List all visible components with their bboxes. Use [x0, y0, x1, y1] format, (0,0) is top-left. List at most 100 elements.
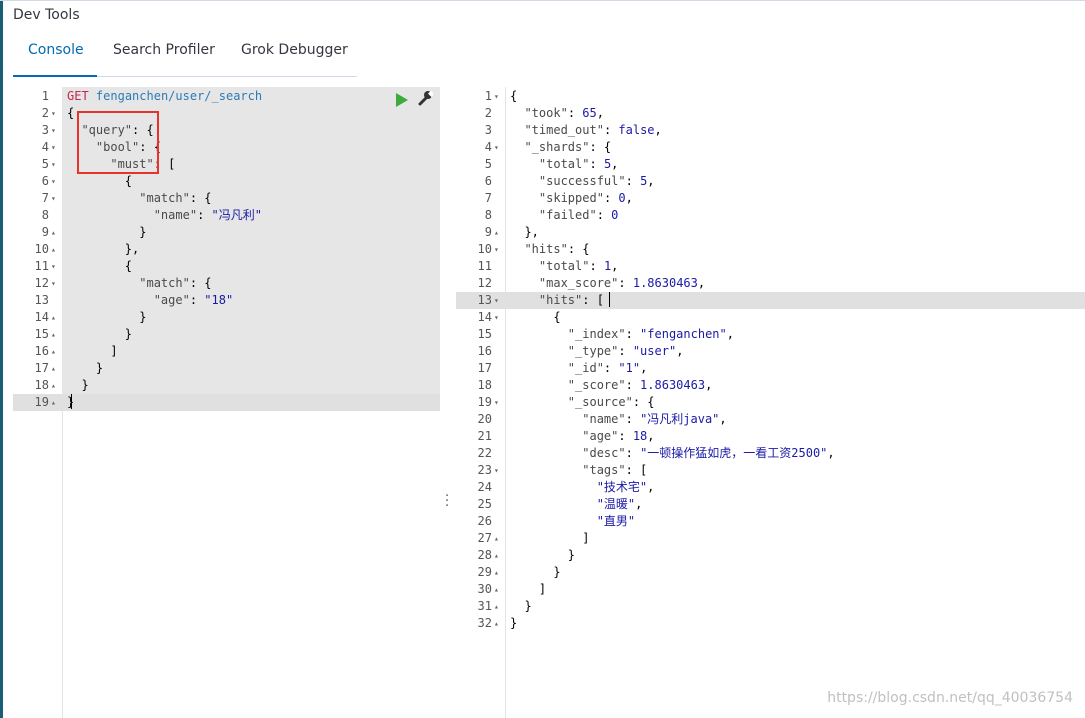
- fold-close-icon[interactable]: ▴: [51, 326, 60, 343]
- tab-bar: Console Search Profiler Grok Debugger: [13, 34, 357, 77]
- fold-close-icon[interactable]: ▴: [51, 394, 60, 411]
- fold-open-icon[interactable]: ▾: [494, 241, 503, 258]
- code-line: 20 "name": "冯凡利java",: [456, 411, 1085, 428]
- code-text: "timed_out": false,: [524, 123, 662, 137]
- line-number: 17: [477, 361, 492, 375]
- code-text: "_id": "1",: [567, 361, 648, 375]
- pane-resizer[interactable]: · · ·: [440, 87, 456, 718]
- code-line: 8 "name": "冯凡利": [13, 207, 440, 224]
- fold-open-icon[interactable]: ▾: [51, 275, 60, 292]
- fold-close-icon[interactable]: ▴: [494, 530, 503, 547]
- line-number: 1: [41, 89, 49, 103]
- response-viewer[interactable]: 1 ▾{2 "took": 65, 3 "timed_out": false, 4 ▾ …: [456, 87, 1085, 718]
- tab-grok-debugger[interactable]: Grok Debugger: [241, 42, 348, 58]
- line-number: 14: [477, 310, 492, 324]
- line-number: 28: [477, 548, 492, 562]
- code-line: 14 ▴ }: [13, 309, 440, 326]
- annotation-box: [77, 111, 159, 174]
- code-text: "tags": [: [582, 463, 648, 477]
- line-number: 1: [484, 89, 492, 103]
- code-line: 14 ▾ {: [456, 309, 1085, 326]
- fold-close-icon[interactable]: ▴: [494, 598, 503, 615]
- line-number: 24: [477, 480, 492, 494]
- fold-close-icon[interactable]: ▴: [494, 581, 503, 598]
- line-number: 7: [41, 191, 49, 205]
- code-line: 27 ▴ ]: [456, 530, 1085, 547]
- fold-open-icon[interactable]: ▾: [51, 139, 60, 156]
- line-number: 8: [41, 208, 49, 222]
- line-number: 3: [484, 123, 492, 137]
- fold-open-icon[interactable]: ▾: [51, 156, 60, 173]
- wrench-icon[interactable]: [417, 90, 433, 106]
- fold-open-icon[interactable]: ▾: [494, 88, 503, 105]
- fold-open-icon[interactable]: ▾: [51, 105, 60, 122]
- code-text: "total": 5,: [538, 157, 619, 171]
- code-line: 10 ▾ "hits": {: [456, 241, 1085, 258]
- line-number: 16: [477, 344, 492, 358]
- code-line: 19 ▾ "_source": {: [456, 394, 1085, 411]
- tab-console[interactable]: Console: [28, 42, 84, 58]
- line-number: 12: [34, 276, 49, 290]
- fold-close-icon[interactable]: ▴: [51, 241, 60, 258]
- code-line: 12 "max_score": 1.8630463,: [456, 275, 1085, 292]
- line-number: 18: [34, 378, 49, 392]
- line-number: 16: [34, 344, 49, 358]
- code-text: {: [67, 174, 133, 188]
- code-line: 16 ▴ ]: [13, 343, 440, 360]
- fold-open-icon[interactable]: ▾: [51, 258, 60, 275]
- line-number: 19: [477, 395, 492, 409]
- line-number: 5: [484, 157, 492, 171]
- tab-search-profiler[interactable]: Search Profiler: [113, 42, 215, 58]
- fold-close-icon[interactable]: ▴: [51, 343, 60, 360]
- code-line: 31 ▴ }: [456, 598, 1085, 615]
- code-line: 7 ▾ "match": {: [13, 190, 440, 207]
- code-text: "age": "18": [153, 293, 234, 307]
- code-text: "total": 1,: [538, 259, 619, 273]
- code-line: 13 "age": "18": [13, 292, 440, 309]
- code-text: }: [67, 361, 104, 375]
- line-number: 19: [34, 395, 49, 409]
- fold-open-icon[interactable]: ▾: [494, 309, 503, 326]
- request-path: fenganchen/user/_search: [95, 89, 263, 103]
- line-number: 10: [34, 242, 49, 256]
- play-icon[interactable]: [396, 93, 408, 107]
- fold-close-icon[interactable]: ▴: [494, 615, 503, 632]
- fold-open-icon[interactable]: ▾: [494, 394, 503, 411]
- fold-close-icon[interactable]: ▴: [494, 564, 503, 581]
- fold-open-icon[interactable]: ▾: [494, 292, 503, 309]
- code-text: {: [67, 259, 133, 273]
- code-text: "技术宅",: [596, 480, 655, 494]
- code-text: "age": 18,: [582, 429, 655, 443]
- code-text: GET fenganchen/user/_search: [67, 88, 262, 105]
- code-line: 19▴}: [13, 394, 440, 411]
- fold-open-icon[interactable]: ▾: [494, 139, 503, 156]
- fold-close-icon[interactable]: ▴: [494, 547, 503, 564]
- code-line: 9 ▴ },: [456, 224, 1085, 241]
- code-line: 24 "技术宅",: [456, 479, 1085, 496]
- code-text: "hits": {: [524, 242, 590, 256]
- fold-close-icon[interactable]: ▴: [51, 309, 60, 326]
- fold-open-icon[interactable]: ▾: [51, 173, 60, 190]
- fold-open-icon[interactable]: ▾: [51, 190, 60, 207]
- code-text: "_index": "fenganchen",: [567, 327, 734, 341]
- code-text: "match": {: [139, 276, 212, 290]
- line-number: 13: [477, 293, 492, 307]
- fold-open-icon[interactable]: ▾: [51, 122, 60, 139]
- code-text: ]: [510, 582, 547, 596]
- code-text: "hits": [: [538, 293, 604, 307]
- code-line: 17 "_id": "1",: [456, 360, 1085, 377]
- line-number: 21: [477, 429, 492, 443]
- code-text: "_type": "user",: [567, 344, 684, 358]
- request-editor[interactable]: 1 GET fenganchen/user/_search 2 ▾{3 ▾ "query…: [13, 87, 440, 718]
- fold-close-icon[interactable]: ▴: [51, 360, 60, 377]
- fold-close-icon[interactable]: ▴: [51, 224, 60, 241]
- code-text: },: [510, 225, 539, 239]
- fold-close-icon[interactable]: ▴: [51, 377, 60, 394]
- code-line: 11 ▾ {: [13, 258, 440, 275]
- line-number: 18: [477, 378, 492, 392]
- line-number: 11: [34, 259, 49, 273]
- line-number: 3: [41, 123, 49, 137]
- fold-open-icon[interactable]: ▾: [494, 462, 503, 479]
- fold-close-icon[interactable]: ▴: [494, 224, 503, 241]
- code-line: 3 "timed_out": false,: [456, 122, 1085, 139]
